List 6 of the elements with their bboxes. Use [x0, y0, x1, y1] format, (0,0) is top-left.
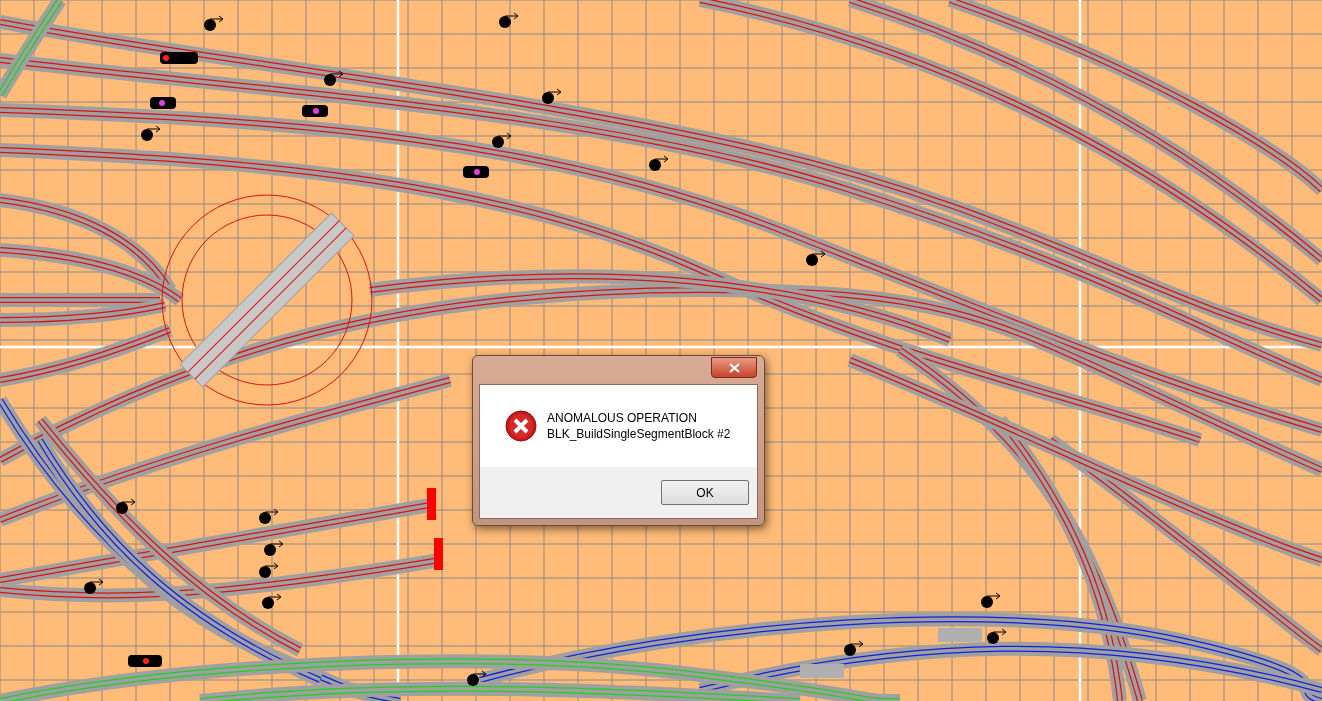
- error-icon: [505, 410, 537, 442]
- close-icon: [728, 362, 740, 373]
- error-message: ANOMALOUS OPERATION: [547, 410, 698, 426]
- close-button[interactable]: [711, 357, 757, 378]
- ok-button[interactable]: OK: [661, 480, 749, 505]
- error-message: BLK_BuildSingleSegmentBlock #2: [547, 426, 731, 442]
